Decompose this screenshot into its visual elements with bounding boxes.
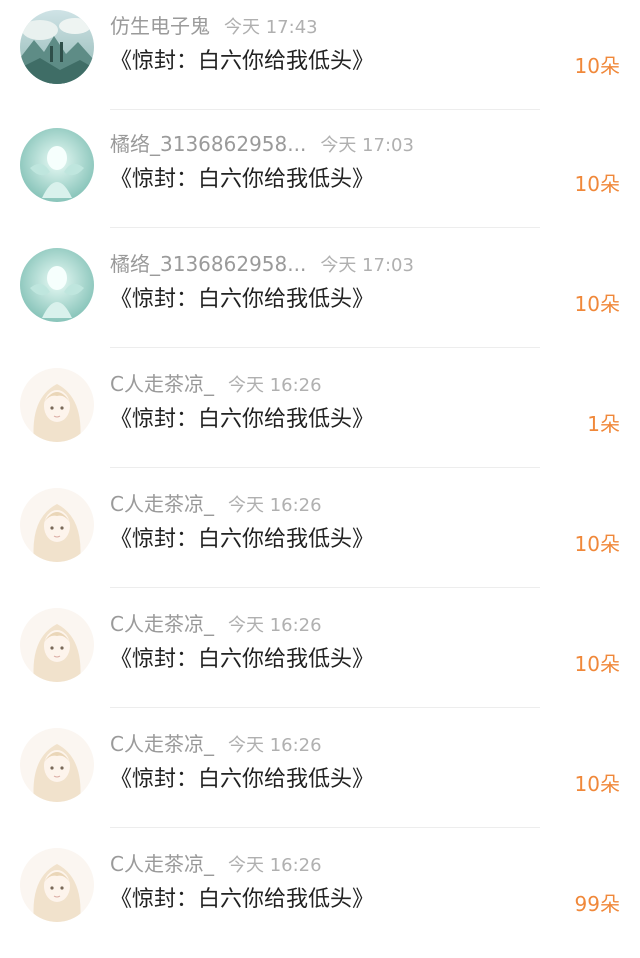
username[interactable]: C人走茶凉_ [110,372,214,396]
timestamp: 今天 17:03 [320,255,414,276]
timestamp: 今天 16:26 [227,615,322,636]
username[interactable]: C人走茶凉_ [110,612,214,636]
gift-amount: 10朵 [574,172,620,196]
divider [110,467,540,468]
divider [110,347,540,348]
username[interactable]: 橘络_3136862958... [110,132,306,156]
anime-girl-avatar-icon [20,608,94,682]
anime-girl-avatar-icon [20,488,94,562]
avatar[interactable] [20,488,94,562]
list-item[interactable]: 仿生电子鬼 今天 17:43 《惊封：白六你给我低头》 10朵 [0,0,640,120]
book-title: 《惊封：白六你给我低头》 [110,49,375,74]
timestamp: 今天 16:26 [227,735,322,756]
username[interactable]: C人走茶凉_ [110,852,214,876]
divider [110,707,540,708]
timestamp: 今天 16:26 [227,375,322,396]
gift-amount: 10朵 [574,54,620,78]
gift-amount: 10朵 [574,532,620,556]
list-item[interactable]: C人走茶凉_ 今天 16:26 《惊封：白六你给我低头》 10朵 [0,598,640,718]
list-item[interactable]: C人走茶凉_ 今天 16:26 《惊封：白六你给我低头》 99朵 [0,838,640,958]
username[interactable]: 橘络_3136862958... [110,252,306,276]
gift-amount: 10朵 [574,292,620,316]
gift-amount: 99朵 [574,892,620,916]
timestamp: 今天 17:03 [320,135,414,156]
timestamp: 今天 16:26 [227,495,322,516]
list-item[interactable]: C人走茶凉_ 今天 16:26 《惊封：白六你给我低头》 10朵 [0,478,640,598]
book-title: 《惊封：白六你给我低头》 [110,527,375,552]
username[interactable]: C人走茶凉_ [110,492,214,516]
divider [110,109,540,110]
book-title: 《惊封：白六你给我低头》 [110,407,375,432]
gift-record-list: 仿生电子鬼 今天 17:43 《惊封：白六你给我低头》 10朵 橘络_31368… [0,0,640,928]
gift-amount: 10朵 [574,772,620,796]
anime-girl-avatar-icon [20,368,94,442]
username[interactable]: 仿生电子鬼 [110,14,210,38]
anime-girl-avatar-icon [20,728,94,802]
timestamp: 今天 17:43 [224,17,318,38]
divider [110,587,540,588]
timestamp: 今天 16:26 [227,855,322,876]
list-item[interactable]: C人走茶凉_ 今天 16:26 《惊封：白六你给我低头》 10朵 [0,718,640,838]
anime-girl-avatar-icon [20,848,94,922]
divider [110,827,540,828]
avatar[interactable] [20,608,94,682]
divider [110,227,540,228]
gift-amount: 10朵 [574,652,620,676]
landscape-avatar-icon [20,10,94,84]
list-item[interactable]: 橘络_3136862958... 今天 17:03 《惊封：白六你给我低头》 10… [0,238,640,358]
avatar[interactable] [20,128,94,202]
list-item[interactable]: C人走茶凉_ 今天 16:26 《惊封：白六你给我低头》 1朵 [0,358,640,478]
list-item[interactable]: 橘络_3136862958... 今天 17:03 《惊封：白六你给我低头》 10… [0,118,640,238]
username[interactable]: C人走茶凉_ [110,732,214,756]
fairy-avatar-icon [20,248,94,322]
fairy-avatar-icon [20,128,94,202]
book-title: 《惊封：白六你给我低头》 [110,887,375,912]
book-title: 《惊封：白六你给我低头》 [110,767,375,792]
avatar[interactable] [20,848,94,922]
avatar[interactable] [20,10,94,84]
avatar[interactable] [20,248,94,322]
gift-amount: 1朵 [587,412,620,436]
avatar[interactable] [20,728,94,802]
book-title: 《惊封：白六你给我低头》 [110,287,375,312]
avatar[interactable] [20,368,94,442]
book-title: 《惊封：白六你给我低头》 [110,647,375,672]
book-title: 《惊封：白六你给我低头》 [110,167,375,192]
